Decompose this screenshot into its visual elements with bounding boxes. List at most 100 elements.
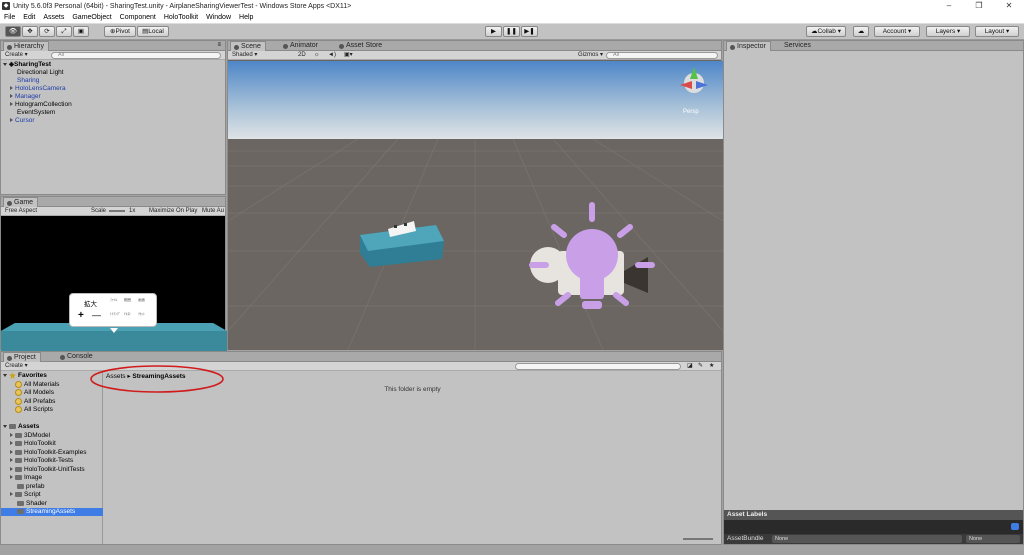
menu-holotoolkit[interactable]: HoloToolkit: [160, 14, 202, 21]
expand-icon[interactable]: [10, 450, 13, 454]
hierarchy-item-hologramcollection[interactable]: HologramCollection: [10, 101, 72, 109]
local-toggle[interactable]: ▤Local: [137, 26, 169, 37]
expand-icon[interactable]: [10, 492, 13, 496]
cloud-icon[interactable]: ☁: [853, 26, 869, 37]
minimize-icon[interactable]: –: [934, 0, 964, 12]
expand-icon[interactable]: [10, 433, 13, 437]
gizmos-dropdown[interactable]: Gizmos ▾: [578, 52, 603, 59]
favorite-all-materials[interactable]: All Materials: [15, 381, 59, 389]
tab-hierarchy[interactable]: Hierarchy: [3, 41, 49, 51]
assetbundle-dropdown[interactable]: None: [772, 535, 962, 543]
zoom-minus-button[interactable]: —: [92, 310, 101, 320]
asset-folder-prefab[interactable]: prefab: [17, 483, 44, 491]
tab-inspector[interactable]: Inspector: [726, 41, 771, 51]
asset-folder-script[interactable]: Script: [10, 491, 41, 499]
popup-opt-6[interactable]: ﾘｾｯﾄ: [138, 312, 145, 317]
layout-dropdown[interactable]: Layout ▾: [975, 26, 1019, 37]
hierarchy-item-manager[interactable]: Manager: [10, 93, 41, 101]
menu-file[interactable]: File: [0, 14, 19, 21]
audio-icon[interactable]: ◄): [328, 52, 336, 59]
expand-icon[interactable]: [10, 118, 13, 122]
2d-toggle[interactable]: 2D: [298, 52, 306, 59]
expand-icon[interactable]: [3, 374, 7, 378]
tab-asset-store[interactable]: Asset Store: [336, 41, 386, 51]
asset-folder-holotoolkit-unittests[interactable]: HoloToolkit-UnitTests: [10, 466, 85, 474]
project-create-button[interactable]: Create ▾: [5, 363, 28, 370]
effects-icon[interactable]: ▣▾: [344, 52, 353, 59]
project-search-input[interactable]: [515, 363, 681, 370]
thumbnail-size-slider[interactable]: [683, 538, 713, 540]
hierarchy-item-cursor[interactable]: Cursor: [10, 117, 35, 125]
scene-search-input[interactable]: All: [606, 52, 718, 59]
tab-project[interactable]: Project: [3, 352, 41, 362]
asset-folder-shader[interactable]: Shader: [17, 500, 47, 508]
asset-folder-holotoolkit-examples[interactable]: HoloToolkit-Examples: [10, 449, 87, 457]
aspect-dropdown[interactable]: Free Aspect: [5, 208, 37, 215]
maximize-on-play-toggle[interactable]: Maximize On Play: [149, 208, 197, 215]
expand-icon[interactable]: [10, 458, 13, 462]
play-button[interactable]: ▶: [485, 26, 502, 37]
popup-opt-5[interactable]: ﾃｷｽﾄ: [124, 312, 131, 317]
tab-game[interactable]: Game: [3, 197, 39, 207]
mute-audio-toggle[interactable]: Mute Au: [202, 208, 224, 215]
asset-labels-header[interactable]: Asset Labels: [724, 510, 1023, 520]
expand-icon[interactable]: [10, 441, 13, 445]
scale-slider[interactable]: [109, 210, 125, 212]
zoom-plus-button[interactable]: +: [78, 310, 84, 321]
collab-dropdown[interactable]: ☁Collab ▾: [806, 26, 846, 37]
favorites-header[interactable]: Favorites: [3, 372, 47, 380]
filter-type-icon[interactable]: ◪: [687, 363, 693, 370]
menu-help[interactable]: Help: [235, 14, 257, 21]
menu-window[interactable]: Window: [202, 14, 235, 21]
pivot-toggle[interactable]: ⊕Pivot: [104, 26, 136, 37]
popup-opt-1[interactable]: ﾌｧｲﾙ: [110, 298, 117, 303]
rect-tool-button[interactable]: ▣: [73, 26, 89, 37]
expand-icon[interactable]: [10, 467, 13, 471]
step-button[interactable]: ▶❚: [521, 26, 538, 37]
asset-folder-holotoolkit[interactable]: HoloToolkit: [10, 440, 56, 448]
favorite-all-prefabs[interactable]: All Prefabs: [15, 398, 55, 406]
menu-assets[interactable]: Assets: [39, 14, 68, 21]
hierarchy-item-hololenscamera[interactable]: HoloLensCamera: [10, 85, 66, 93]
expand-icon[interactable]: [10, 86, 13, 90]
pause-button[interactable]: ❚❚: [503, 26, 520, 37]
assetbundle-variant-dropdown[interactable]: None: [966, 535, 1020, 543]
scale-tool-button[interactable]: ⤢: [56, 26, 72, 37]
menu-gameobject[interactable]: GameObject: [68, 14, 115, 21]
label-tag-icon[interactable]: [1011, 523, 1019, 530]
menu-edit[interactable]: Edit: [19, 14, 39, 21]
menu-component[interactable]: Component: [116, 14, 160, 21]
shading-dropdown[interactable]: Shaded ▾: [232, 52, 257, 59]
asset-folder-image[interactable]: Image: [10, 474, 42, 482]
scene-viewport[interactable]: Persp: [228, 61, 723, 350]
expand-icon[interactable]: [10, 94, 13, 98]
popup-opt-2[interactable]: 範囲: [124, 298, 131, 303]
tab-animator[interactable]: Animator: [280, 41, 322, 51]
account-dropdown[interactable]: Account ▾: [874, 26, 920, 37]
tab-services[interactable]: Services: [774, 41, 815, 51]
asset-folder-streamingassets[interactable]: StreamingAssets: [1, 508, 103, 516]
favorite-all-scripts[interactable]: All Scripts: [15, 406, 53, 414]
hierarchy-item-directional-light[interactable]: Directional Light: [17, 69, 64, 77]
assets-header[interactable]: Assets: [3, 423, 39, 431]
hierarchy-create-button[interactable]: Create ▾: [5, 52, 28, 59]
maximize-icon[interactable]: ❐: [964, 0, 994, 12]
expand-icon[interactable]: [3, 425, 7, 428]
asset-folder-3dmodel[interactable]: 3DModel: [10, 432, 50, 440]
filter-label-icon[interactable]: ✎: [698, 363, 703, 370]
favorite-star-icon[interactable]: ★: [709, 363, 714, 370]
rotate-tool-button[interactable]: ⟳: [39, 26, 55, 37]
tab-console[interactable]: Console: [57, 352, 97, 362]
popup-opt-3[interactable]: 画面: [138, 298, 145, 303]
scene-root[interactable]: ◈SharingTest: [3, 61, 51, 69]
hierarchy-search-input[interactable]: All: [51, 52, 221, 59]
hierarchy-item-eventsystem[interactable]: EventSystem: [17, 109, 55, 117]
lighting-icon[interactable]: ☼: [314, 52, 320, 59]
hierarchy-item-sharing[interactable]: Sharing: [17, 77, 39, 85]
panel-menu-icon[interactable]: ≡: [217, 42, 221, 48]
asset-folder-holotoolkit-tests[interactable]: HoloToolkit-Tests: [10, 457, 73, 465]
expand-icon[interactable]: [10, 102, 13, 106]
layers-dropdown[interactable]: Layers ▾: [926, 26, 970, 37]
view-tool-button[interactable]: 👁: [5, 26, 21, 37]
move-tool-button[interactable]: ✥: [22, 26, 38, 37]
